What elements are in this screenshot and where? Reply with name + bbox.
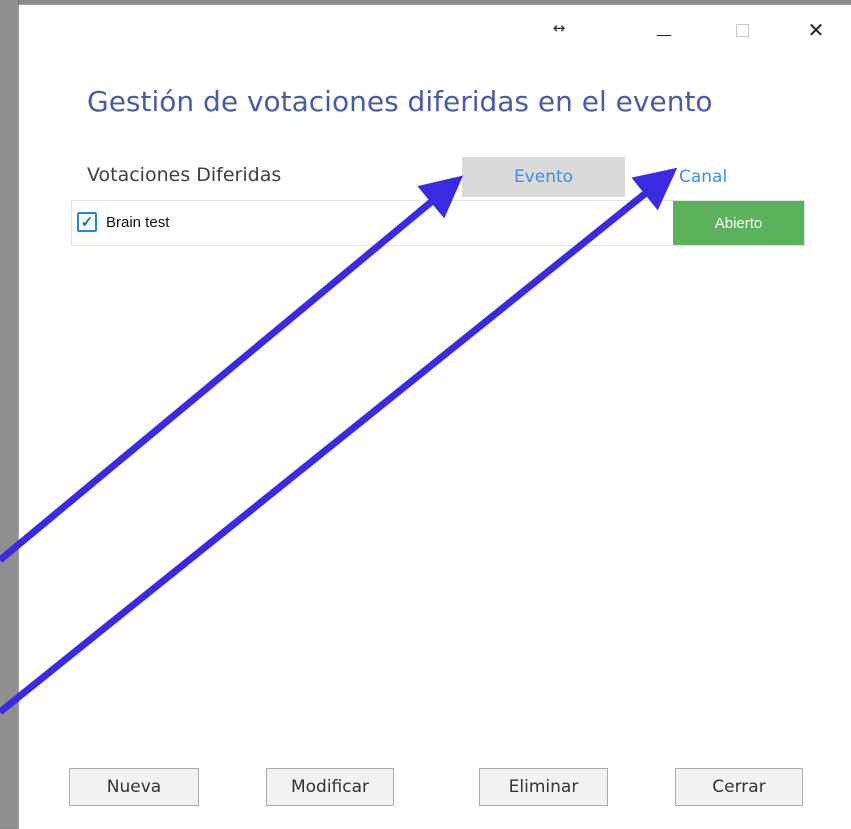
arrow-to-canal — [0, 167, 678, 715]
annotation-arrows — [0, 167, 678, 715]
arrow-to-evento — [0, 175, 464, 563]
